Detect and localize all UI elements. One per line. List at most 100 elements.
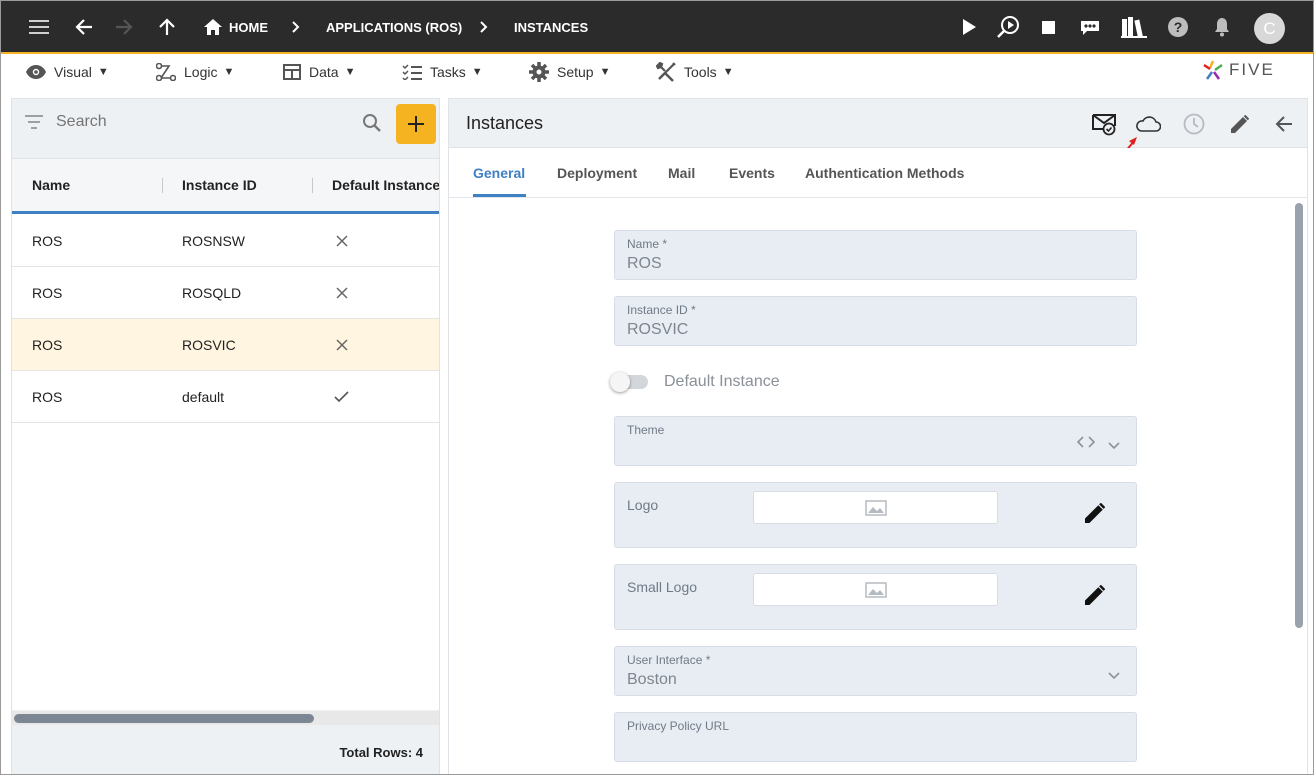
library-icon[interactable] bbox=[1120, 1, 1148, 53]
back-arrow-icon[interactable] bbox=[1269, 109, 1299, 139]
column-divider[interactable] bbox=[312, 178, 313, 193]
small-logo-image-box bbox=[753, 573, 998, 606]
chevron-down-icon[interactable] bbox=[1108, 437, 1120, 455]
gear-icon bbox=[529, 62, 549, 82]
tab-mail[interactable]: Mail bbox=[668, 148, 695, 197]
instance-detail-panel: Instances General Deployment Mail Events… bbox=[448, 98, 1308, 774]
cross-icon bbox=[336, 319, 348, 370]
play-icon[interactable] bbox=[959, 1, 979, 53]
table-row[interactable]: ROS ROSQLD bbox=[12, 267, 439, 319]
avatar[interactable]: C bbox=[1254, 13, 1285, 44]
menu-icon[interactable] bbox=[27, 1, 51, 53]
plus-icon bbox=[408, 116, 424, 132]
menu-logic-label: Logic bbox=[184, 64, 218, 80]
up-arrow-icon[interactable] bbox=[156, 1, 178, 53]
active-tab-indicator bbox=[473, 194, 526, 197]
user-interface-select[interactable]: User Interface * Boston bbox=[614, 646, 1137, 696]
code-icon[interactable] bbox=[1076, 435, 1096, 453]
image-placeholder-icon bbox=[864, 581, 887, 598]
edit-logo-icon[interactable] bbox=[1085, 502, 1106, 528]
logo-label: Logo bbox=[627, 497, 659, 513]
caret-down-icon: ▼ bbox=[344, 66, 356, 78]
add-button[interactable] bbox=[396, 104, 436, 144]
table-row[interactable]: ROS default bbox=[12, 371, 439, 423]
scrollbar-thumb[interactable] bbox=[14, 714, 314, 723]
five-logo-mark bbox=[1203, 60, 1223, 80]
filter-icon[interactable] bbox=[24, 115, 44, 134]
caret-down-icon: ▼ bbox=[97, 66, 109, 78]
forward-arrow-icon[interactable] bbox=[113, 1, 135, 53]
search-icon[interactable] bbox=[362, 113, 382, 138]
mail-check-icon[interactable] bbox=[1089, 109, 1119, 139]
cell-instance-id: ROSNSW bbox=[182, 232, 245, 249]
breadcrumb-applications[interactable]: APPLICATIONS (ROS) bbox=[326, 1, 462, 53]
menu-tasks[interactable]: Tasks ▼ bbox=[402, 56, 483, 88]
chat-bot-icon[interactable] bbox=[1077, 1, 1103, 53]
total-rows: Total Rows: 4 bbox=[339, 745, 423, 760]
menu-setup[interactable]: Setup ▼ bbox=[529, 56, 610, 88]
checklist-icon bbox=[402, 64, 422, 80]
menu-data[interactable]: Data ▼ bbox=[283, 56, 355, 88]
tab-events[interactable]: Events bbox=[729, 148, 775, 197]
table-row[interactable]: ROS ROSNSW bbox=[12, 215, 439, 267]
detail-header: Instances bbox=[449, 99, 1307, 159]
menu-tasks-label: Tasks bbox=[430, 64, 466, 80]
privacy-policy-url-field[interactable]: Privacy Policy URL bbox=[614, 712, 1137, 762]
cell-instance-id: default bbox=[182, 388, 225, 405]
menu-tools[interactable]: Tools ▼ bbox=[656, 56, 734, 88]
vertical-scrollbar[interactable] bbox=[1295, 203, 1303, 628]
table-row-selected[interactable]: ROS ROSVIC bbox=[12, 319, 439, 371]
column-divider[interactable] bbox=[162, 178, 163, 193]
back-arrow-icon[interactable] bbox=[73, 1, 95, 53]
home-icon[interactable] bbox=[203, 1, 223, 53]
instance-id-label: Instance ID * bbox=[627, 303, 696, 317]
cross-icon bbox=[336, 215, 348, 266]
breadcrumb-instances[interactable]: INSTANCES bbox=[514, 1, 588, 53]
edit-small-logo-icon[interactable] bbox=[1085, 584, 1106, 610]
tools-icon bbox=[656, 62, 676, 82]
instance-id-field[interactable]: Instance ID * ROSVIC bbox=[614, 296, 1137, 346]
cell-name: ROS bbox=[32, 284, 63, 301]
tab-deployment[interactable]: Deployment bbox=[557, 148, 637, 197]
menu-visual[interactable]: Visual ▼ bbox=[26, 56, 109, 88]
user-interface-value: Boston bbox=[627, 671, 677, 688]
five-logo: FIVE bbox=[1201, 59, 1275, 81]
five-logo-text: FIVE bbox=[1229, 60, 1275, 79]
default-instance-toggle[interactable]: Default Instance bbox=[610, 372, 780, 392]
toggle-knob[interactable] bbox=[610, 372, 630, 392]
svg-text:?: ? bbox=[1174, 19, 1183, 35]
caret-down-icon: ▼ bbox=[223, 66, 235, 78]
instances-table: Name Instance ID Default Instance ROS RO… bbox=[12, 158, 439, 710]
search-input[interactable] bbox=[56, 113, 336, 131]
image-placeholder-icon bbox=[864, 499, 887, 516]
theme-label: Theme bbox=[627, 423, 665, 437]
column-header-instance-id[interactable]: Instance ID bbox=[182, 159, 257, 211]
toggle-track[interactable] bbox=[610, 372, 648, 392]
name-field[interactable]: Name * ROS bbox=[614, 230, 1137, 280]
detail-tabs: General Deployment Mail Events Authentic… bbox=[449, 148, 1307, 198]
help-icon[interactable]: ? bbox=[1167, 1, 1189, 53]
breadcrumb-home[interactable]: HOME bbox=[229, 1, 268, 53]
history-icon[interactable] bbox=[1179, 109, 1209, 139]
tab-general[interactable]: General bbox=[473, 148, 525, 197]
stop-icon[interactable] bbox=[1039, 1, 1057, 53]
edit-icon[interactable] bbox=[1225, 109, 1255, 139]
bell-icon[interactable] bbox=[1212, 1, 1232, 53]
user-interface-label: User Interface * bbox=[627, 653, 711, 667]
column-header-default-instance[interactable]: Default Instance bbox=[332, 159, 439, 211]
instances-list-panel: Name Instance ID Default Instance ROS RO… bbox=[11, 98, 440, 774]
name-label: Name * bbox=[627, 237, 668, 251]
logic-icon bbox=[156, 63, 176, 81]
check-icon bbox=[334, 371, 349, 422]
cross-icon bbox=[336, 267, 348, 318]
page-title: Instances bbox=[466, 113, 544, 133]
chevron-down-icon[interactable] bbox=[1108, 667, 1120, 685]
theme-select[interactable]: Theme bbox=[614, 416, 1137, 466]
column-header-name[interactable]: Name bbox=[32, 159, 70, 211]
cell-name: ROS bbox=[32, 388, 63, 405]
run-inspect-icon[interactable] bbox=[995, 1, 1021, 53]
menu-logic[interactable]: Logic ▼ bbox=[156, 56, 234, 88]
horizontal-scrollbar[interactable] bbox=[12, 711, 439, 725]
table-header: Name Instance ID Default Instance bbox=[12, 159, 439, 214]
tab-authentication-methods[interactable]: Authentication Methods bbox=[805, 148, 964, 197]
